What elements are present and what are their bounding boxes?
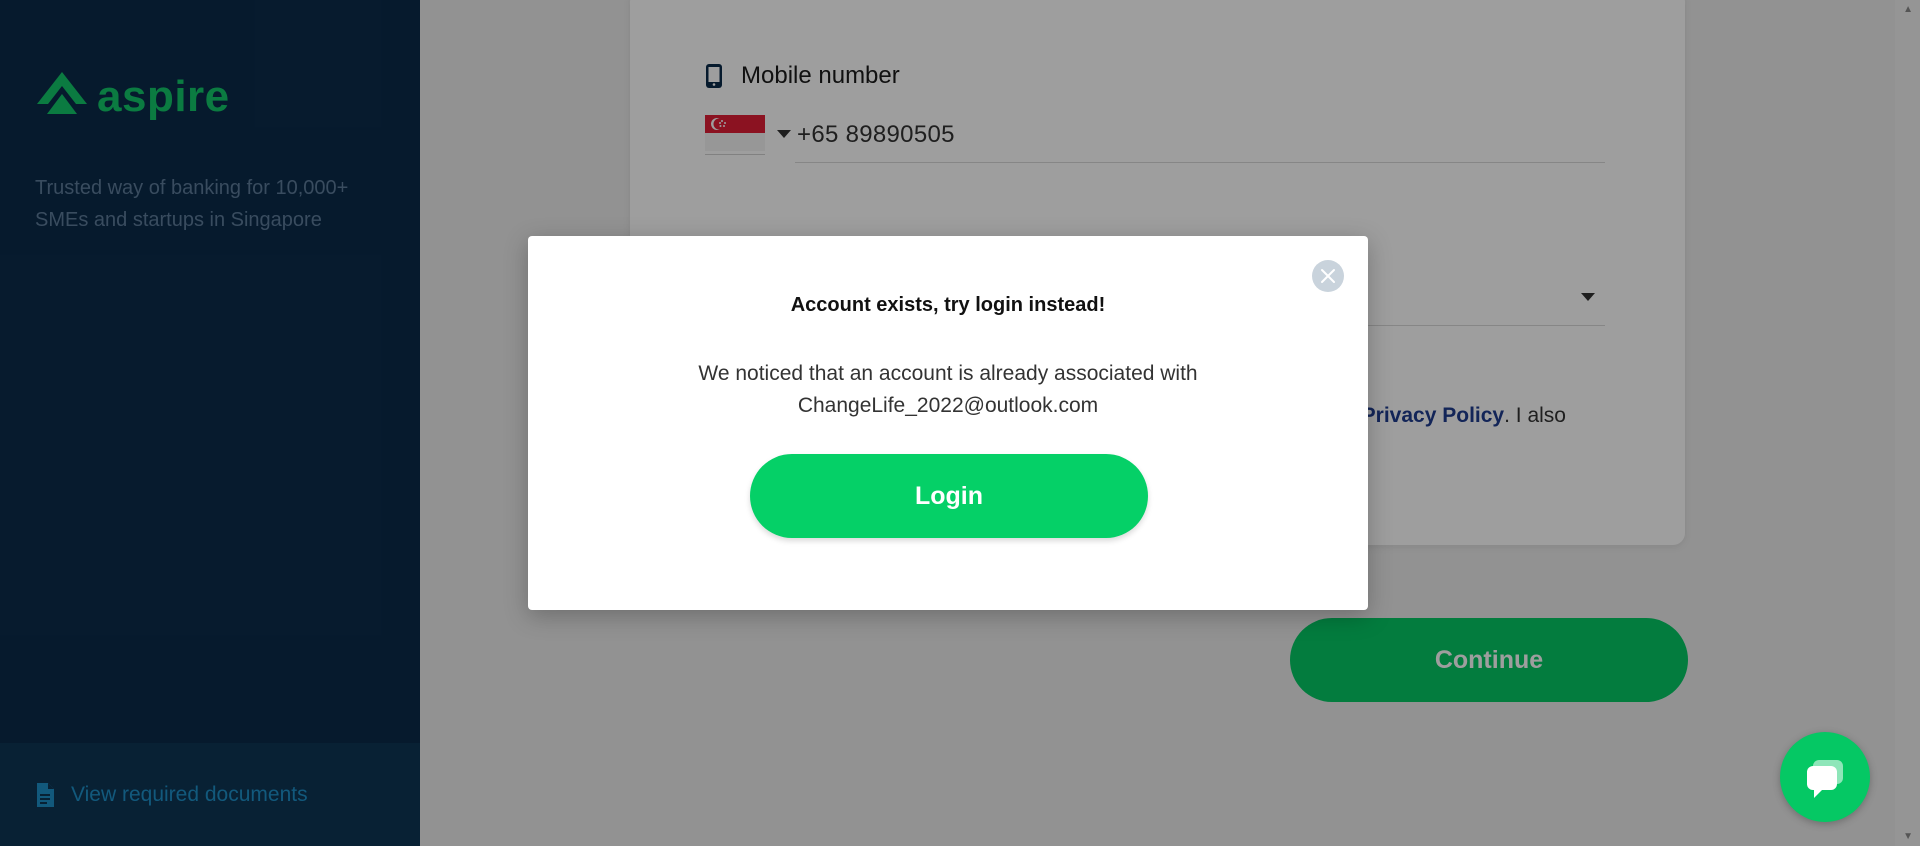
login-button[interactable]: Login [750, 454, 1148, 538]
modal-title: Account exists, try login instead! [790, 294, 1106, 316]
account-email: ChangeLife_2022@outlook.com [797, 394, 1099, 417]
account-exists-modal: Account exists, try login instead! We no… [528, 236, 1368, 610]
chat-support-button[interactable] [1780, 732, 1870, 822]
modal-message: We noticed that an account is already as… [648, 358, 1248, 422]
close-button[interactable] [1312, 260, 1344, 292]
chat-icon [1807, 760, 1843, 798]
close-icon [1321, 269, 1335, 283]
modal-message-line: We noticed that an account is already as… [698, 362, 1198, 385]
